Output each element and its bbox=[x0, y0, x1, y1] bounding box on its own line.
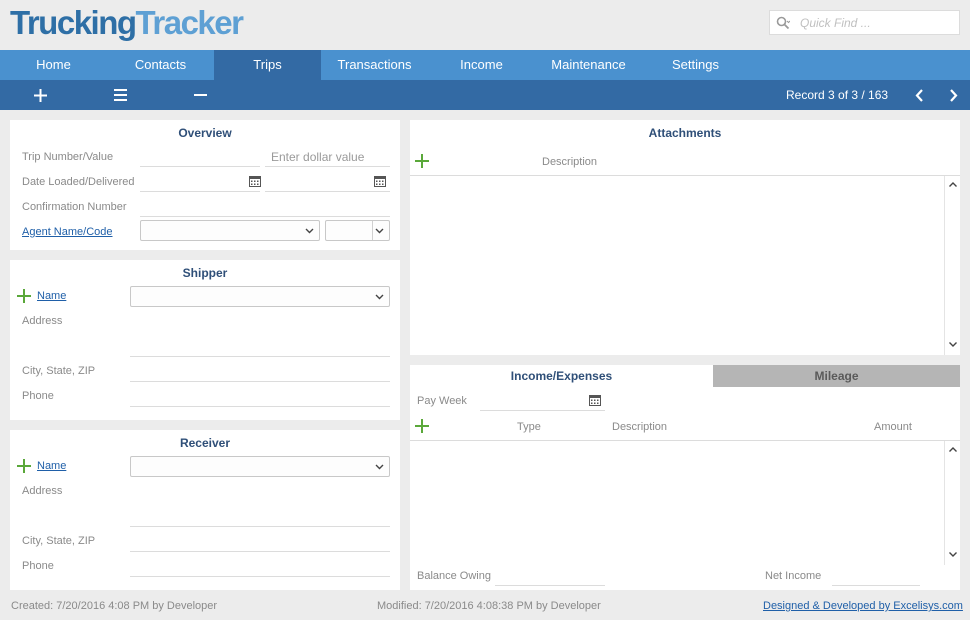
chevron-left-icon bbox=[915, 88, 923, 102]
confirmation-number-label: Confirmation Number bbox=[22, 201, 127, 213]
shipper-panel: Shipper Name Address City, State, ZIP Ph… bbox=[10, 260, 400, 420]
attachments-panel: Attachments Description bbox=[410, 120, 960, 355]
agent-name-select[interactable] bbox=[140, 220, 320, 241]
chevron-right-icon bbox=[949, 88, 957, 102]
agent-name-link[interactable]: Agent Name/Code bbox=[22, 226, 113, 238]
quick-find-box[interactable] bbox=[769, 10, 960, 35]
receiver-phone-field[interactable] bbox=[130, 576, 390, 577]
scroll-up-icon[interactable] bbox=[948, 180, 958, 190]
receiver-city-label: City, State, ZIP bbox=[22, 535, 96, 547]
quick-find-input[interactable] bbox=[800, 15, 950, 31]
add-transaction-icon[interactable] bbox=[415, 419, 429, 433]
receiver-name-select[interactable] bbox=[130, 456, 390, 477]
new-record-button[interactable] bbox=[25, 80, 55, 110]
shipper-phone-field[interactable] bbox=[130, 406, 390, 407]
column-header-type: Type bbox=[517, 421, 541, 433]
income-expenses-panel: Income/Expenses Mileage Pay Week Type De… bbox=[410, 365, 960, 590]
income-header-divider bbox=[410, 440, 960, 441]
shipper-title: Shipper bbox=[182, 266, 228, 280]
receiver-name-link[interactable]: Name bbox=[37, 460, 66, 472]
receiver-city-field[interactable] bbox=[130, 551, 390, 552]
calendar-icon[interactable] bbox=[374, 175, 386, 187]
record-counter: Record 3 of 3 / 163 bbox=[786, 88, 889, 102]
date-loaded-label: Date Loaded/Delivered bbox=[22, 176, 135, 188]
previous-record-button[interactable] bbox=[904, 80, 934, 110]
scroll-down-icon[interactable] bbox=[948, 549, 958, 559]
trip-number-field[interactable] bbox=[140, 166, 260, 167]
trip-value-underline bbox=[265, 166, 390, 167]
shipper-name-select[interactable] bbox=[130, 286, 390, 307]
net-income-label: Net Income bbox=[765, 570, 822, 582]
search-icon bbox=[776, 16, 790, 30]
shipper-city-field[interactable] bbox=[130, 381, 390, 382]
tab-maintenance[interactable]: Maintenance bbox=[535, 50, 642, 80]
column-header-description: Description bbox=[612, 421, 668, 433]
attachments-title: Attachments bbox=[648, 126, 722, 140]
add-attachment-icon[interactable] bbox=[415, 154, 429, 168]
date-loaded-field[interactable] bbox=[140, 191, 260, 192]
modified-info: Modified: 7/20/2016 4:08:38 PM by Develo… bbox=[377, 600, 601, 612]
chevron-down-icon bbox=[375, 294, 384, 300]
tab-income-expenses[interactable]: Income/Expenses bbox=[410, 365, 713, 387]
calendar-icon[interactable] bbox=[589, 394, 601, 406]
attachments-description-header: Description bbox=[542, 156, 598, 168]
shipper-name-link[interactable]: Name bbox=[37, 290, 66, 302]
shipper-address-field[interactable] bbox=[130, 356, 390, 357]
pay-week-label: Pay Week bbox=[417, 395, 467, 407]
attachments-header-divider bbox=[410, 175, 960, 176]
confirmation-number-field[interactable] bbox=[140, 216, 390, 217]
minus-icon bbox=[193, 93, 207, 96]
logo-part-trucking: Trucking bbox=[10, 4, 137, 41]
add-shipper-icon[interactable] bbox=[17, 289, 31, 303]
column-header-amount: Amount bbox=[874, 421, 912, 433]
list-icon bbox=[113, 89, 127, 101]
tab-mileage[interactable]: Mileage bbox=[713, 365, 960, 387]
scroll-down-icon[interactable] bbox=[948, 339, 958, 349]
overview-panel: Overview Trip Number/Value Enter dollar … bbox=[10, 120, 400, 250]
chevron-down-icon bbox=[305, 228, 314, 234]
delete-record-button[interactable] bbox=[185, 80, 215, 110]
app-header: TruckingTracker bbox=[0, 0, 970, 50]
created-info: Created: 7/20/2016 4:08 PM by Developer bbox=[11, 600, 218, 612]
receiver-address-field[interactable] bbox=[130, 526, 390, 527]
pay-week-field[interactable] bbox=[480, 410, 605, 411]
agent-code-select[interactable] bbox=[325, 220, 390, 241]
developer-credit-link[interactable]: Designed & Developed by Excelisys.com bbox=[763, 600, 963, 612]
overview-title: Overview bbox=[178, 126, 232, 140]
trip-number-label: Trip Number/Value bbox=[22, 151, 114, 163]
main-nav: Home Contacts Trips Transactions Income … bbox=[0, 50, 970, 80]
balance-owing-field bbox=[495, 585, 605, 586]
shipper-phone-label: Phone bbox=[22, 390, 54, 402]
chevron-down-icon bbox=[375, 464, 384, 470]
tab-contacts[interactable]: Contacts bbox=[107, 50, 214, 80]
select-divider bbox=[372, 221, 373, 240]
trip-value-field[interactable]: Enter dollar value bbox=[271, 150, 364, 164]
date-delivered-field[interactable] bbox=[265, 191, 390, 192]
next-record-button[interactable] bbox=[938, 80, 968, 110]
record-toolbar: Record 3 of 3 / 163 bbox=[0, 80, 970, 110]
receiver-title: Receiver bbox=[179, 436, 231, 450]
chevron-down-icon bbox=[375, 228, 384, 234]
tab-trips[interactable]: Trips bbox=[214, 50, 321, 80]
tab-home[interactable]: Home bbox=[0, 50, 107, 80]
tab-transactions[interactable]: Transactions bbox=[321, 50, 428, 80]
calendar-icon[interactable] bbox=[249, 175, 261, 187]
list-view-button[interactable] bbox=[105, 80, 135, 110]
tab-settings[interactable]: Settings bbox=[642, 50, 749, 80]
balance-owing-label: Balance Owing bbox=[417, 570, 491, 582]
receiver-panel: Receiver Name Address City, State, ZIP P… bbox=[10, 430, 400, 590]
tab-income[interactable]: Income bbox=[428, 50, 535, 80]
scroll-up-icon[interactable] bbox=[948, 445, 958, 455]
receiver-address-label: Address bbox=[22, 485, 63, 497]
app-logo: TruckingTracker bbox=[10, 4, 244, 42]
shipper-address-label: Address bbox=[22, 315, 63, 327]
add-receiver-icon[interactable] bbox=[17, 459, 31, 473]
shipper-city-label: City, State, ZIP bbox=[22, 365, 96, 377]
receiver-phone-label: Phone bbox=[22, 560, 54, 572]
attachments-scrollbar[interactable] bbox=[944, 176, 960, 355]
income-scrollbar[interactable] bbox=[944, 441, 960, 565]
plus-icon bbox=[33, 88, 47, 102]
logo-part-tracker: Tracker bbox=[135, 4, 244, 41]
net-income-field bbox=[832, 585, 920, 586]
